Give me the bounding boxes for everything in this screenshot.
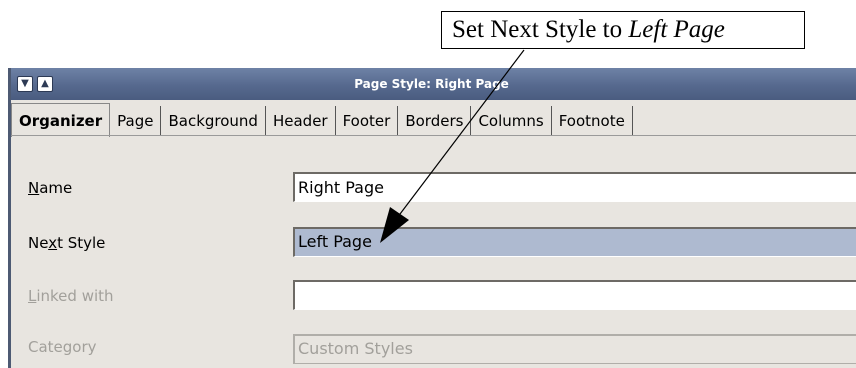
tab-bar: Organizer Page Background Header Footer …: [11, 102, 856, 137]
linked-with-label-post: inked with: [36, 287, 114, 305]
tab-organizer[interactable]: Organizer: [11, 103, 111, 137]
tab-columns[interactable]: Columns: [471, 106, 552, 136]
tab-footer[interactable]: Footer: [336, 106, 399, 136]
callout-text: Set Next Style to: [452, 16, 629, 43]
tab-header[interactable]: Header: [266, 106, 336, 136]
tab-background[interactable]: Background: [161, 106, 266, 136]
category-field[interactable]: Custom Styles: [293, 334, 856, 364]
linked-with-dropdown[interactable]: [293, 280, 856, 310]
name-label: Name: [28, 179, 72, 197]
tab-page[interactable]: Page: [110, 106, 162, 136]
callout-annotation: Set Next Style to Left Page: [441, 11, 805, 49]
tab-borders[interactable]: Borders: [398, 106, 472, 136]
next-style-label-pre: Ne: [28, 234, 49, 252]
name-label-post: ame: [39, 179, 73, 197]
name-field[interactable]: [293, 172, 856, 202]
linked-with-label: Linked with: [28, 287, 114, 305]
next-style-label-post: t Style: [57, 234, 106, 252]
tab-footnote[interactable]: Footnote: [552, 106, 633, 136]
next-style-dropdown[interactable]: Left Page: [293, 227, 856, 257]
tab-divider: [11, 135, 856, 136]
next-style-label: Next Style: [28, 234, 105, 252]
window-title: Page Style: Right Page: [354, 77, 509, 91]
title-bar[interactable]: ▼ ▲ Page Style: Right Page: [11, 68, 856, 100]
next-style-label-mnemonic: x: [48, 234, 58, 252]
category-label: Category: [28, 338, 97, 356]
page-style-dialog: ▼ ▲ Page Style: Right Page Organizer Pag…: [8, 68, 856, 368]
callout-italic-text: Left Page: [628, 16, 725, 43]
name-label-mnemonic: N: [28, 179, 40, 197]
